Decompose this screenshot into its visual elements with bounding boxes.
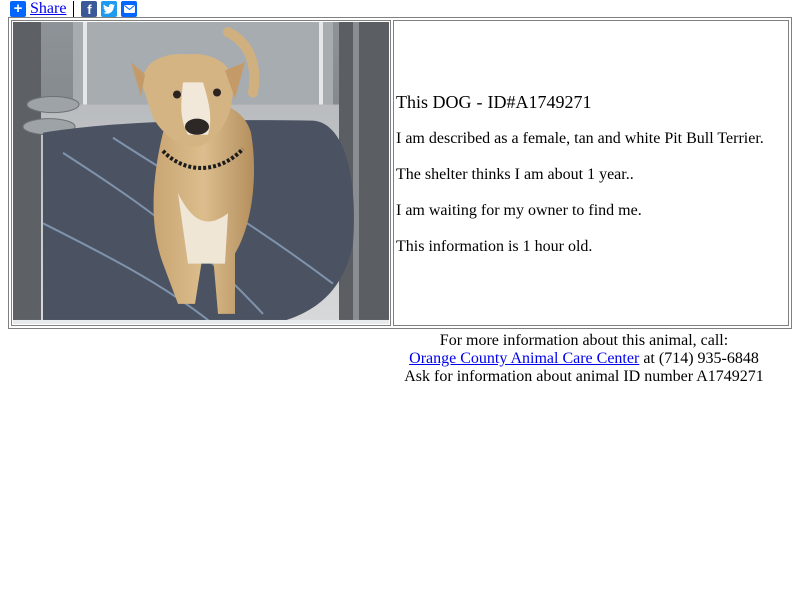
contact-intro: For more information about this animal, … [439, 332, 729, 349]
title-prefix: This [396, 92, 429, 112]
animal-table: This DOG - ID#A1749271 I am described as a… [8, 17, 792, 329]
share-bar: + Share f [10, 0, 138, 18]
shelter-link[interactable]: Orange County Animal Care Center [409, 350, 639, 367]
status-line: I am waiting for my owner to find me. [396, 202, 642, 219]
species-label: DOG [432, 92, 472, 112]
contact-block: For more information about this animal, … [384, 332, 784, 386]
email-icon[interactable] [121, 1, 138, 17]
age-line: The shelter thinks I am about 1 year.. [396, 166, 634, 183]
freshness-line: This information is 1 hour old. [396, 238, 593, 255]
dog-title: This DOG - ID#A1749271 [396, 92, 592, 112]
plus-icon[interactable]: + [10, 1, 26, 17]
info-block: This DOG - ID#A1749271 I am described as a… [396, 91, 786, 273]
phone-text: at (714) 935-6848 [639, 350, 759, 367]
share-link[interactable]: Share [30, 0, 66, 18]
animal-id: ID#A1749271 [487, 92, 592, 112]
photo-cell [11, 20, 391, 326]
share-divider [73, 1, 75, 17]
contact-line: Orange County Animal Care Center at (714… [384, 350, 784, 368]
info-cell: This DOG - ID#A1749271 I am described as a… [393, 20, 789, 326]
dog-photo [13, 22, 389, 324]
twitter-icon[interactable] [101, 1, 118, 17]
ask-text: Ask for information about animal ID numb… [404, 368, 764, 385]
facebook-icon[interactable]: f [81, 1, 98, 17]
description-line: I am described as a female, tan and whit… [396, 130, 764, 147]
